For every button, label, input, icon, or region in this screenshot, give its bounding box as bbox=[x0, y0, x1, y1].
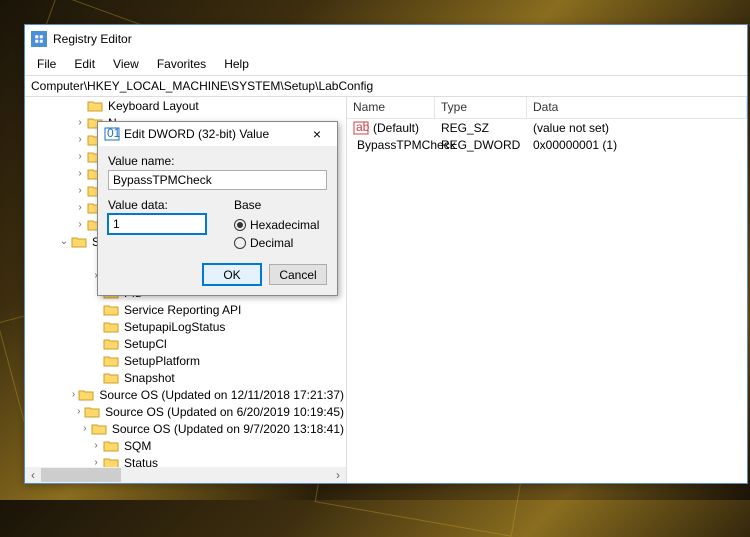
chevron-right-icon[interactable]: › bbox=[89, 457, 103, 467]
tree-item[interactable]: SetupPlatform bbox=[25, 352, 346, 369]
tree-label: Source OS (Updated on 9/7/2020 13:18:41) bbox=[110, 422, 346, 436]
values-pane: Name Type Data ab (Default) REG_SZ (value n… bbox=[347, 97, 747, 483]
folder-icon bbox=[71, 235, 87, 249]
scroll-right-button[interactable]: › bbox=[330, 467, 346, 483]
folder-icon bbox=[103, 439, 119, 453]
dialog-title: Edit DWORD (32-bit) Value bbox=[124, 127, 303, 141]
base-label: Base bbox=[234, 198, 327, 212]
col-type[interactable]: Type bbox=[435, 97, 527, 118]
close-icon[interactable]: × bbox=[303, 124, 331, 144]
folder-icon bbox=[78, 388, 94, 402]
menu-view[interactable]: View bbox=[105, 55, 147, 73]
tree-label: SetupCl bbox=[122, 337, 169, 351]
value-data: 0x00000001 (1) bbox=[533, 138, 617, 152]
folder-icon bbox=[103, 354, 119, 368]
tree-label: Snapshot bbox=[122, 371, 177, 385]
folder-icon bbox=[91, 422, 107, 436]
scroll-track[interactable] bbox=[41, 467, 330, 483]
registry-editor-window: Registry Editor File Edit View Favorites… bbox=[24, 24, 748, 484]
col-name[interactable]: Name bbox=[347, 97, 435, 118]
regedit-icon bbox=[31, 31, 47, 47]
chevron-right-icon[interactable]: › bbox=[73, 151, 87, 162]
folder-icon bbox=[103, 337, 119, 351]
scroll-left-button[interactable]: ‹ bbox=[25, 467, 41, 483]
scroll-thumb[interactable] bbox=[41, 468, 121, 482]
chevron-right-icon[interactable]: › bbox=[69, 389, 79, 400]
svg-text:011: 011 bbox=[107, 126, 120, 140]
menu-help[interactable]: Help bbox=[216, 55, 257, 73]
tree-label: SQM bbox=[122, 439, 153, 453]
radio-icon bbox=[234, 237, 246, 249]
chevron-right-icon[interactable]: › bbox=[73, 185, 87, 196]
value-name-label: Value name: bbox=[108, 154, 327, 168]
tree-item[interactable]: Snapshot bbox=[25, 369, 346, 386]
edit-dword-dialog: 011 Edit DWORD (32-bit) Value × Value na… bbox=[97, 121, 338, 296]
cancel-button[interactable]: Cancel bbox=[269, 264, 327, 285]
list-row[interactable]: 110BypassTPMCheckREG_DWORD0x00000001 (1) bbox=[347, 136, 747, 153]
value-name-input[interactable] bbox=[108, 170, 327, 190]
chevron-right-icon[interactable]: › bbox=[73, 117, 87, 128]
menu-favorites[interactable]: Favorites bbox=[149, 55, 214, 73]
tree-item[interactable]: › Source OS (Updated on 12/11/2018 17:21:… bbox=[25, 386, 346, 403]
value-name: (Default) bbox=[373, 121, 419, 135]
window-title: Registry Editor bbox=[53, 32, 132, 46]
tree-label: Source OS (Updated on 6/20/2019 10:19:45… bbox=[103, 405, 346, 419]
tree-item[interactable]: SetupCl bbox=[25, 335, 346, 352]
string-icon: ab bbox=[353, 120, 369, 136]
folder-icon bbox=[87, 99, 103, 113]
list-header: Name Type Data bbox=[347, 97, 747, 119]
tree-label: Service Reporting API bbox=[122, 303, 243, 317]
value-data: (value not set) bbox=[533, 121, 609, 135]
radio-hexadecimal[interactable]: Hexadecimal bbox=[234, 216, 327, 234]
list-row[interactable]: ab (Default) REG_SZ (value not set) bbox=[347, 119, 747, 136]
value-data-input[interactable] bbox=[108, 214, 206, 234]
col-data[interactable]: Data bbox=[527, 97, 747, 118]
folder-icon bbox=[84, 405, 100, 419]
tree-item[interactable]: › Status bbox=[25, 454, 346, 467]
svg-text:ab: ab bbox=[356, 120, 369, 134]
chevron-down-icon[interactable]: ⌄ bbox=[57, 236, 71, 247]
value-type: REG_DWORD bbox=[441, 138, 520, 152]
tree-item[interactable]: Service Reporting API bbox=[25, 301, 346, 318]
address-bar[interactable]: Computer\HKEY_LOCAL_MACHINE\SYSTEM\Setup… bbox=[25, 75, 747, 97]
chevron-right-icon[interactable]: › bbox=[73, 219, 87, 230]
folder-icon bbox=[103, 320, 119, 334]
menu-edit[interactable]: Edit bbox=[66, 55, 103, 73]
chevron-right-icon[interactable]: › bbox=[73, 202, 87, 213]
dword-icon: 011 bbox=[104, 126, 120, 142]
address-text: Computer\HKEY_LOCAL_MACHINE\SYSTEM\Setup… bbox=[31, 79, 373, 93]
tree-label: Status bbox=[122, 456, 160, 468]
tree-label: Source OS (Updated on 12/11/2018 17:21:3… bbox=[97, 388, 346, 402]
folder-icon bbox=[103, 303, 119, 317]
titlebar: Registry Editor bbox=[25, 25, 747, 53]
folder-icon bbox=[103, 371, 119, 385]
tree-item[interactable]: › Source OS (Updated on 6/20/2019 10:19:4… bbox=[25, 403, 346, 420]
menubar: File Edit View Favorites Help bbox=[25, 53, 747, 75]
tree-item[interactable]: Keyboard Layout bbox=[25, 97, 346, 114]
horizontal-scrollbar[interactable]: ‹ › bbox=[25, 467, 346, 483]
tree-label: Keyboard Layout bbox=[106, 99, 201, 113]
value-type: REG_SZ bbox=[441, 121, 489, 135]
tree-item[interactable]: › Source OS (Updated on 9/7/2020 13:18:41… bbox=[25, 420, 346, 437]
chevron-right-icon[interactable]: › bbox=[74, 406, 85, 417]
chevron-right-icon[interactable]: › bbox=[89, 440, 103, 451]
ok-button[interactable]: OK bbox=[203, 264, 261, 285]
radio-icon bbox=[234, 219, 246, 231]
menu-file[interactable]: File bbox=[29, 55, 64, 73]
chevron-right-icon[interactable]: › bbox=[73, 168, 87, 179]
folder-icon bbox=[103, 456, 119, 468]
radio-dec-label: Decimal bbox=[250, 236, 293, 250]
tree-label: SetupPlatform bbox=[122, 354, 202, 368]
tree-item[interactable]: SetupapiLogStatus bbox=[25, 318, 346, 335]
value-data-label: Value data: bbox=[108, 198, 206, 212]
radio-decimal[interactable]: Decimal bbox=[234, 234, 327, 252]
radio-hex-label: Hexadecimal bbox=[250, 218, 319, 232]
dialog-titlebar: 011 Edit DWORD (32-bit) Value × bbox=[98, 122, 337, 146]
tree-item[interactable]: › SQM bbox=[25, 437, 346, 454]
chevron-right-icon[interactable]: › bbox=[79, 423, 91, 434]
chevron-right-icon[interactable]: › bbox=[73, 134, 87, 145]
tree-label: SetupapiLogStatus bbox=[122, 320, 227, 334]
